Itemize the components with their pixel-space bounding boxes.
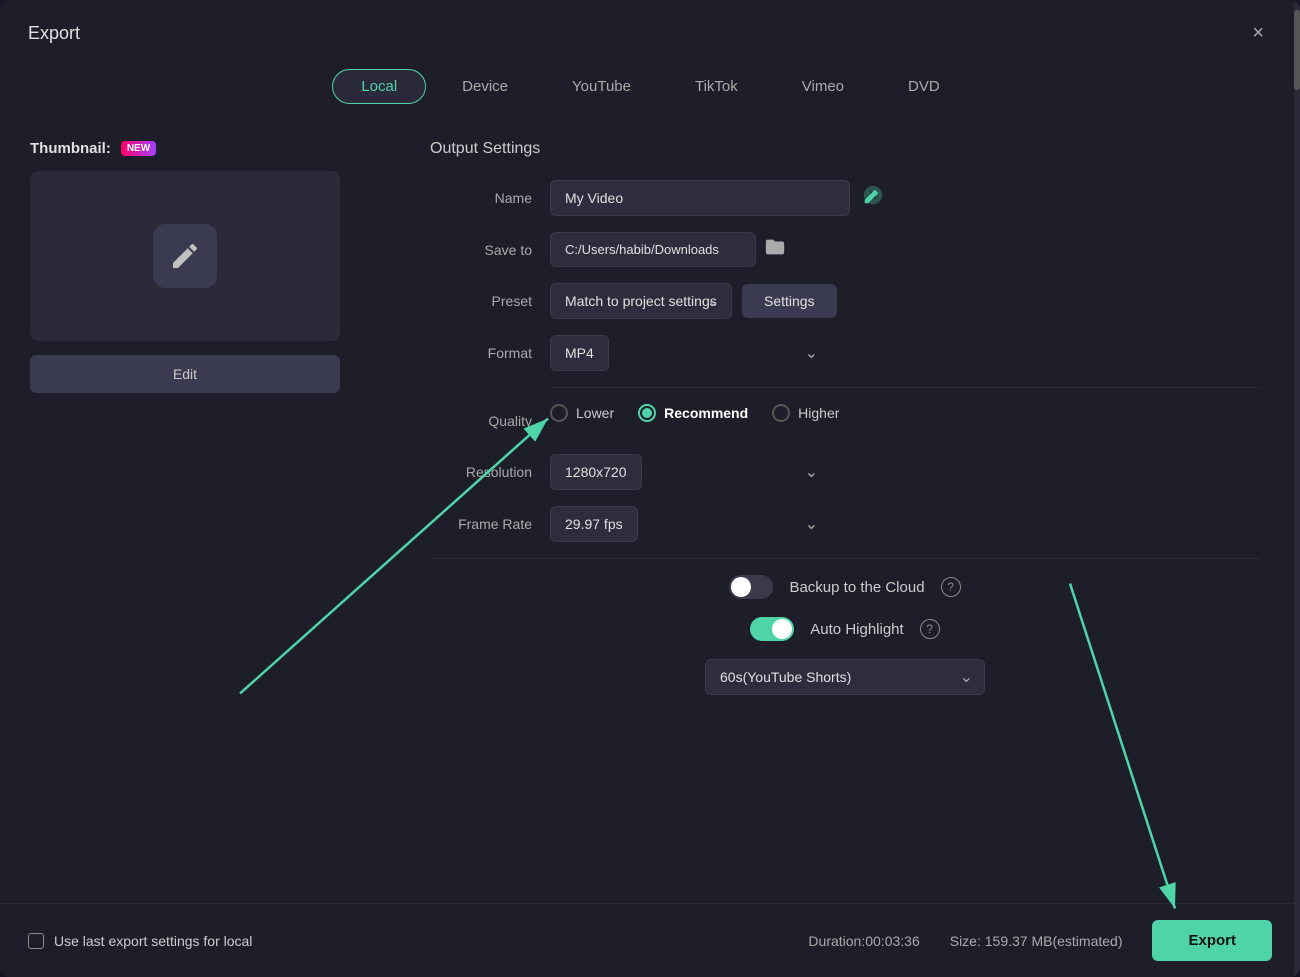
thumbnail-icon-container: [153, 224, 217, 288]
output-settings-title: Output Settings: [430, 140, 1260, 158]
thumbnail-header: Thumbnail: NEW: [30, 140, 156, 157]
export-dialog: Export × Local Device YouTube TikTok Vim…: [0, 0, 1300, 977]
tab-dvd[interactable]: DVD: [880, 70, 968, 103]
preset-label: Preset: [430, 293, 550, 309]
edit-button[interactable]: Edit: [30, 355, 340, 393]
export-button[interactable]: Export: [1152, 920, 1272, 961]
thumbnail-label-text: Thumbnail:: [30, 140, 111, 157]
duration-text: Duration:00:03:36: [808, 933, 919, 949]
new-badge: NEW: [121, 141, 156, 156]
preset-controls: Match to project settings Settings: [550, 283, 837, 319]
preset-select-wrapper: Match to project settings: [550, 283, 732, 319]
quality-options: Lower Recommend Higher: [550, 404, 839, 422]
quality-lower[interactable]: Lower: [550, 404, 614, 422]
radio-lower[interactable]: [550, 404, 568, 422]
resolution-row: Resolution 1280x720: [430, 454, 1260, 490]
resolution-label: Resolution: [430, 464, 550, 480]
last-export-label: Use last export settings for local: [54, 933, 252, 949]
tab-vimeo[interactable]: Vimeo: [774, 70, 872, 103]
size-label: Size:: [950, 933, 981, 949]
bottom-bar: Use last export settings for local Durat…: [0, 903, 1300, 977]
yt-shorts-select[interactable]: 60s(YouTube Shorts): [705, 659, 985, 695]
ai-icon[interactable]: [862, 184, 884, 212]
duration-label: Duration:: [808, 933, 865, 949]
auto-highlight-toggle[interactable]: [750, 617, 794, 641]
tab-tiktok[interactable]: TikTok: [667, 70, 766, 103]
frame-rate-label: Frame Rate: [430, 516, 550, 532]
format-row: Format MP4: [430, 335, 1260, 371]
dialog-title: Export: [28, 23, 80, 44]
right-panel: Output Settings Name Save to: [400, 120, 1300, 903]
save-to-row: Save to: [430, 232, 1260, 267]
content-area: Thumbnail: NEW Edit Output Settings Name: [0, 120, 1300, 903]
divider2: [430, 558, 1260, 559]
left-panel: Thumbnail: NEW Edit: [0, 120, 400, 903]
backup-toggle-thumb: [731, 577, 751, 597]
recommend-label: Recommend: [664, 405, 748, 421]
quality-row: Quality Lower Recommend Higher: [430, 404, 1260, 438]
quality-higher[interactable]: Higher: [772, 404, 839, 422]
settings-button[interactable]: Settings: [742, 284, 837, 318]
name-row: Name: [430, 180, 1260, 216]
name-label: Name: [430, 190, 550, 206]
tabs-bar: Local Device YouTube TikTok Vimeo DVD: [0, 61, 1300, 120]
quality-label: Quality: [430, 413, 550, 429]
size-value: 159.37 MB(estimated): [985, 933, 1123, 949]
title-bar: Export ×: [0, 0, 1300, 61]
scrollbar[interactable]: [1294, 120, 1300, 903]
edit-pencil-icon: [169, 240, 201, 272]
backup-toggle[interactable]: [729, 575, 773, 599]
preset-row: Preset Match to project settings Setting…: [430, 283, 1260, 319]
folder-icon[interactable]: [764, 236, 786, 263]
backup-label: Backup to the Cloud: [789, 579, 924, 596]
auto-highlight-toggle-thumb: [772, 619, 792, 639]
higher-label: Higher: [798, 405, 839, 421]
save-to-label: Save to: [430, 242, 550, 258]
divider: [550, 387, 1260, 388]
close-button[interactable]: ×: [1244, 18, 1272, 49]
thumbnail-preview: [30, 171, 340, 341]
auto-highlight-row: Auto Highlight ?: [430, 617, 1260, 641]
format-select-wrapper: MP4: [550, 335, 830, 371]
format-select[interactable]: MP4: [550, 335, 609, 371]
radio-recommend[interactable]: [638, 404, 656, 422]
backup-row: Backup to the Cloud ?: [430, 575, 1260, 599]
tab-device[interactable]: Device: [434, 70, 536, 103]
radio-higher[interactable]: [772, 404, 790, 422]
preset-select[interactable]: Match to project settings: [550, 283, 732, 319]
last-export-checkbox[interactable]: [28, 933, 44, 949]
frame-rate-select-wrapper: 29.97 fps: [550, 506, 830, 542]
yt-shorts-wrapper: 60s(YouTube Shorts): [705, 659, 985, 695]
tab-youtube[interactable]: YouTube: [544, 70, 659, 103]
save-path-input[interactable]: [550, 232, 756, 267]
tab-local[interactable]: Local: [332, 69, 426, 104]
auto-highlight-help-icon[interactable]: ?: [920, 619, 940, 639]
bottom-info: Duration:00:03:36 Size: 159.37 MB(estima…: [808, 920, 1272, 961]
frame-rate-row: Frame Rate 29.97 fps: [430, 506, 1260, 542]
format-label: Format: [430, 345, 550, 361]
lower-label: Lower: [576, 405, 614, 421]
auto-highlight-label: Auto Highlight: [810, 621, 903, 638]
name-input[interactable]: [550, 180, 850, 216]
resolution-select-wrapper: 1280x720: [550, 454, 830, 490]
quality-recommend[interactable]: Recommend: [638, 404, 748, 422]
frame-rate-select[interactable]: 29.97 fps: [550, 506, 638, 542]
duration-value: 00:03:36: [865, 933, 920, 949]
last-export-row: Use last export settings for local: [28, 933, 252, 949]
backup-help-icon[interactable]: ?: [941, 577, 961, 597]
path-row: [550, 232, 786, 267]
size-text: Size: 159.37 MB(estimated): [950, 933, 1123, 949]
cloud-section: Backup to the Cloud ? Auto Highlight ? 6…: [430, 575, 1260, 695]
resolution-select[interactable]: 1280x720: [550, 454, 642, 490]
